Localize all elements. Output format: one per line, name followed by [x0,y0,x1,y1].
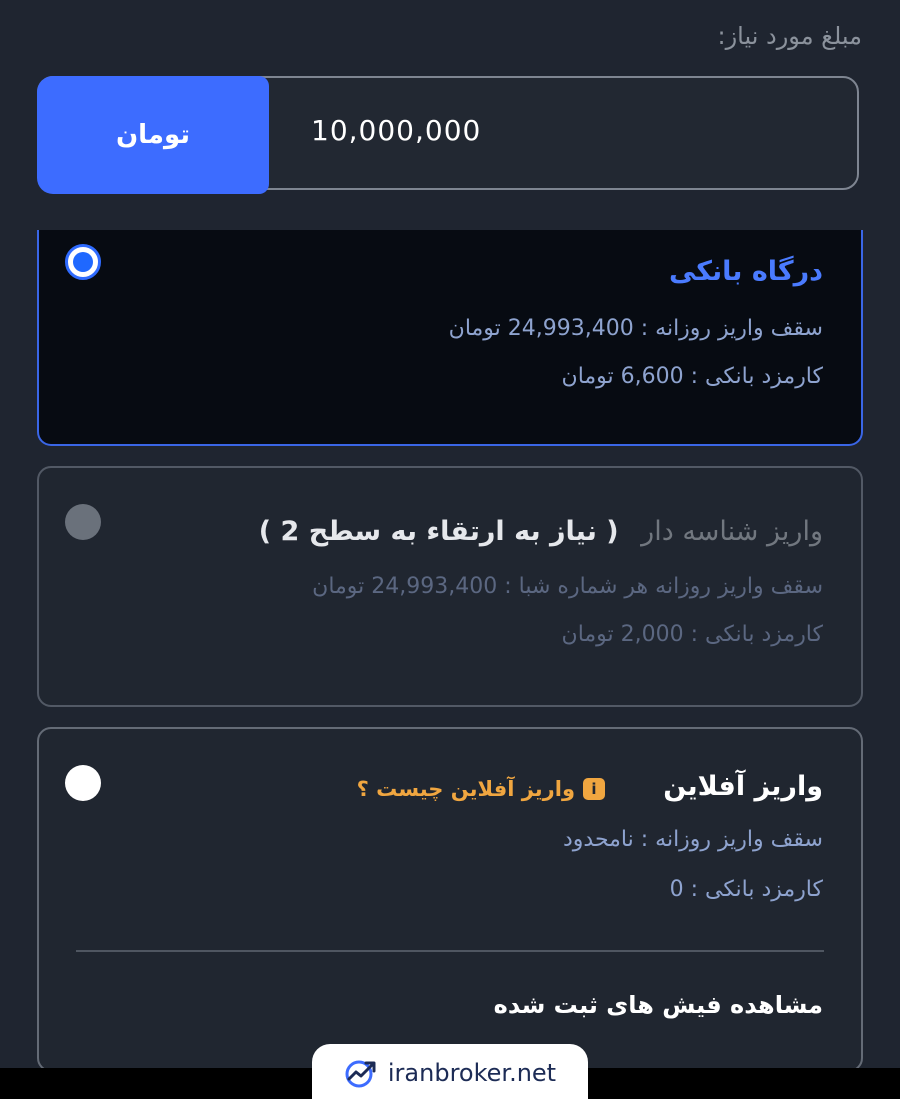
option-title: درگاه بانکی [668,256,823,287]
option-limit: سقف واریز روزانه هر شماره شبا : 24,993,4… [312,574,823,599]
offline-help-text[interactable]: واریز آفلاین چیست ؟ [357,777,575,801]
radio-unselected-icon[interactable] [65,765,101,801]
trend-logo-icon [345,1060,376,1088]
amount-input-box[interactable]: 10,000,000 تومان [37,76,859,194]
offline-help-link[interactable]: i واریز آفلاین چیست ؟ [357,777,605,801]
option-fee: کارمزد بانکی : 2,000 تومان [561,622,823,647]
option-offline-deposit[interactable]: واریز آفلاین i واریز آفلاین چیست ؟ سقف و… [37,727,863,1072]
watermark: iranbroker.net [312,1044,588,1099]
amount-label: مبلغ مورد نیاز: [717,22,862,50]
option-limit: سقف واریز روزانه : 24,993,400 تومان [448,316,823,341]
option-fee: کارمزد بانکی : 6,600 تومان [561,364,823,389]
option-title-text: واریز شناسه دار [641,516,823,547]
option-fee: کارمزد بانکی : 0 [669,877,823,902]
amount-input-value[interactable]: 10,000,000 [311,114,481,147]
info-icon: i [583,778,605,800]
option-bank-gateway[interactable]: درگاه بانکی سقف واریز روزانه : 24,993,40… [37,230,863,446]
radio-disabled-icon[interactable] [65,504,101,540]
watermark-text: iranbroker.net [387,1059,557,1087]
option-id-deposit[interactable]: واریز شناسه دار ( نیاز به ارتقاء به سطح … [37,466,863,707]
deposit-page: مبلغ مورد نیاز: 10,000,000 تومان درگاه ب… [0,0,900,1099]
upgrade-note: ( نیاز به ارتقاء به سطح 2 ) [258,516,619,547]
option-limit: سقف واریز روزانه : نامحدود [562,827,823,852]
divider [76,950,824,952]
currency-button[interactable]: تومان [37,76,269,194]
option-title: واریز آفلاین [663,771,823,802]
view-receipts-link[interactable]: مشاهده فیش های ثبت شده [494,991,823,1019]
option-title: واریز شناسه دار ( نیاز به ارتقاء به سطح … [259,516,823,547]
radio-selected-icon[interactable] [65,244,101,280]
